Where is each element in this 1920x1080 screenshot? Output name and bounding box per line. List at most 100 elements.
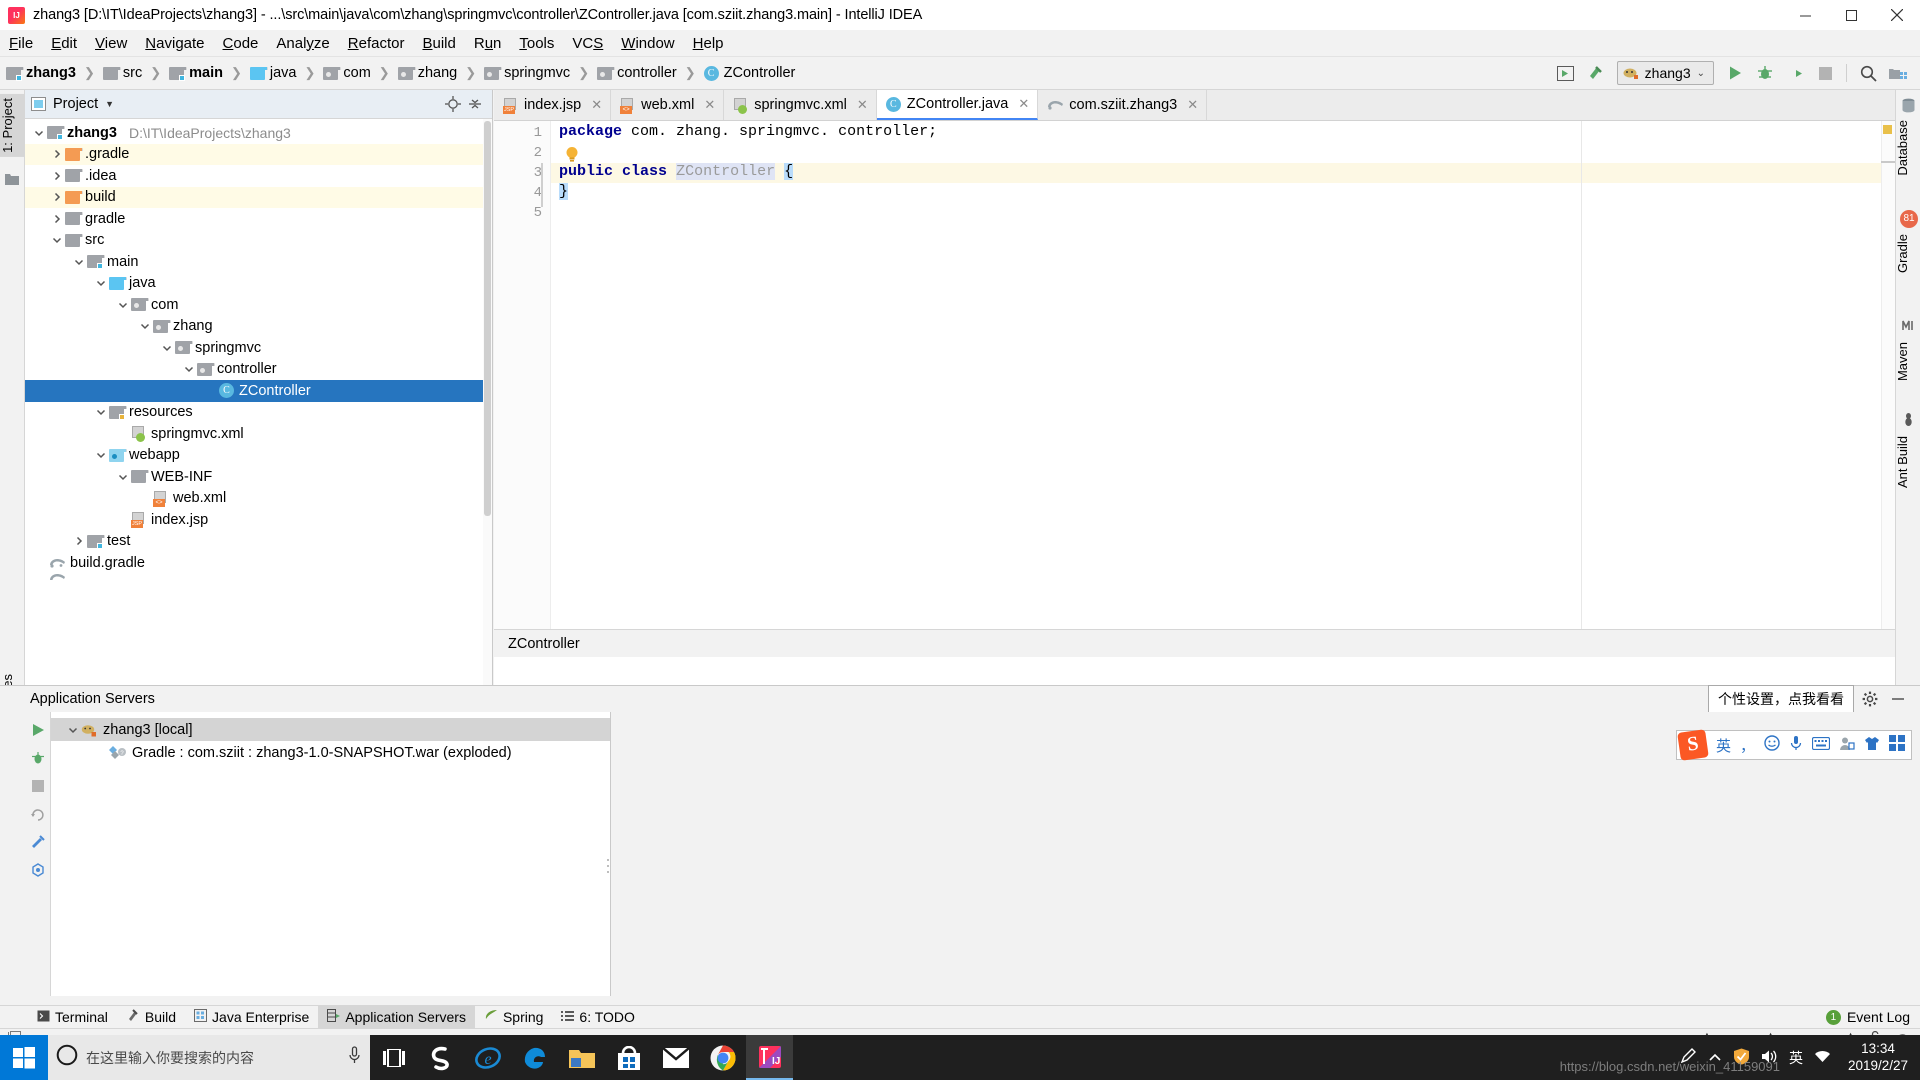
server-row-artifact[interactable]: ? Gradle : com.sziit : zhang3-1.0-SNAPSH… [51, 741, 610, 764]
chevron-right-icon[interactable] [49, 146, 65, 162]
breadcrumb-src[interactable]: src [97, 65, 144, 81]
tree-row[interactable]: resources [25, 402, 483, 424]
menu-view[interactable]: View [86, 33, 136, 54]
sidebar-tab-gradle[interactable]: Gradle [1895, 230, 1920, 277]
menu-edit[interactable]: Edit [42, 33, 86, 54]
server-tree[interactable]: zhang3 [local] ? Gradle : com.sziit : zh… [51, 712, 611, 996]
tree-row[interactable]: WEB-INF [25, 466, 483, 488]
minimize-button[interactable] [1782, 0, 1828, 30]
tree-row[interactable]: src [25, 230, 483, 252]
chevron-down-icon[interactable] [93, 404, 109, 420]
menu-analyze[interactable]: Analyze [267, 33, 338, 54]
intention-bulb-icon[interactable] [565, 146, 579, 162]
chevron-down-icon[interactable] [71, 254, 87, 270]
ime-keyboard-icon[interactable] [1811, 736, 1831, 754]
project-structure-icon[interactable] [1884, 60, 1912, 86]
chevron-right-icon[interactable] [71, 533, 87, 549]
google-chrome-icon[interactable] [699, 1035, 746, 1080]
tree-row[interactable]: com [25, 294, 483, 316]
tree-row[interactable]: build [25, 186, 483, 208]
breadcrumb-zhang3[interactable]: zhang3 [0, 65, 78, 81]
breadcrumb-zhang[interactable]: zhang [392, 65, 460, 81]
event-log-label[interactable]: Event Log [1847, 1009, 1910, 1025]
intellij-idea-icon[interactable]: IJ [746, 1035, 793, 1080]
security-shield-icon[interactable] [1733, 1048, 1750, 1068]
ime-toolbox-icon[interactable] [1889, 735, 1905, 755]
editor-tab-springmvc-xml[interactable]: springmvc.xml ✕ [724, 90, 877, 120]
tree-row-partial[interactable] [25, 573, 483, 582]
chevron-down-icon[interactable] [93, 275, 109, 291]
editor-tab-web-xml[interactable]: <> web.xml ✕ [611, 90, 725, 120]
tool-window-application-servers[interactable]: Application Servers [318, 1005, 475, 1029]
close-icon[interactable]: ✕ [1018, 96, 1029, 112]
project-tree-scrollbar[interactable] [483, 119, 492, 685]
sidebar-tab-ant-build[interactable]: Ant Build [1895, 432, 1920, 492]
breadcrumb-zcontroller[interactable]: C ZController [698, 65, 798, 81]
network-icon[interactable] [1814, 1049, 1831, 1067]
mail-icon[interactable] [652, 1035, 699, 1080]
editor-tab-index-jsp[interactable]: JSP index.jsp ✕ [494, 90, 612, 120]
chevron-down-icon[interactable] [115, 469, 131, 485]
chevron-down-icon[interactable] [181, 361, 197, 377]
close-icon[interactable]: ✕ [1187, 97, 1198, 113]
menu-run[interactable]: Run [465, 33, 511, 54]
task-view-icon[interactable] [370, 1035, 417, 1080]
run-with-coverage-icon[interactable] [1781, 60, 1809, 86]
close-button[interactable] [1874, 0, 1920, 30]
editor-marker-column[interactable] [1881, 121, 1895, 657]
build-hammer-icon[interactable] [1582, 60, 1610, 86]
sogou-pinyin-icon[interactable]: S [1677, 729, 1709, 761]
editor-tab-com-sziit-zhang3[interactable]: com.sziit.zhang3 ✕ [1038, 90, 1208, 120]
chevron-down-icon[interactable] [137, 318, 153, 334]
debug-icon[interactable] [1751, 60, 1779, 86]
warning-marker[interactable] [1883, 125, 1892, 134]
breadcrumb-controller[interactable]: controller [591, 65, 679, 81]
event-log-area[interactable]: 1 Event Log [1825, 1009, 1920, 1025]
run-dashboard-icon[interactable] [1552, 60, 1580, 86]
settings-icon[interactable] [24, 856, 51, 884]
ime-emoji-icon[interactable] [1764, 735, 1780, 755]
close-icon[interactable]: ✕ [704, 97, 715, 113]
menu-vcs[interactable]: VCS [563, 33, 612, 54]
tree-row[interactable]: springmvc.xml [25, 423, 483, 445]
chevron-down-icon[interactable]: ▼ [105, 99, 114, 109]
tree-row[interactable]: webapp [25, 445, 483, 467]
tree-row-zcontroller[interactable]: C ZController [25, 380, 483, 402]
file-explorer-icon[interactable] [558, 1035, 605, 1080]
menu-navigate[interactable]: Navigate [136, 33, 213, 54]
tree-row[interactable]: gradle [25, 208, 483, 230]
tree-row[interactable]: springmvc [25, 337, 483, 359]
close-icon[interactable]: ✕ [591, 97, 602, 113]
scrollbar-thumb[interactable] [484, 121, 491, 516]
menu-refactor[interactable]: Refactor [339, 33, 414, 54]
chevron-right-icon[interactable] [49, 211, 65, 227]
chevron-down-icon[interactable] [93, 447, 109, 463]
run-icon[interactable] [1721, 60, 1749, 86]
menu-window[interactable]: Window [612, 33, 683, 54]
tool-window-spring[interactable]: Spring [475, 1006, 552, 1029]
chevron-down-icon[interactable] [159, 340, 175, 356]
chevron-down-icon[interactable] [65, 722, 81, 738]
menu-help[interactable]: Help [684, 33, 733, 54]
taskbar-search-box[interactable]: 在这里输入你要搜索的内容 [48, 1035, 370, 1080]
gear-icon[interactable] [1858, 688, 1882, 710]
menu-tools[interactable]: Tools [510, 33, 563, 54]
tool-window-terminal[interactable]: Terminal [28, 1006, 117, 1029]
rerun-icon[interactable] [24, 716, 51, 744]
run-configuration-selector[interactable]: zhang3 ⌄ [1616, 61, 1714, 85]
ime-tray-icon[interactable]: 英 [1789, 1048, 1803, 1068]
maximize-button[interactable] [1828, 0, 1874, 30]
tree-row[interactable]: <> web.xml [25, 488, 483, 510]
tree-row[interactable]: build.gradle [25, 552, 483, 574]
debug-icon[interactable] [24, 744, 51, 772]
internet-explorer-icon[interactable]: e [464, 1035, 511, 1080]
close-icon[interactable]: ✕ [857, 97, 868, 113]
sidebar-tab-database[interactable]: Database [1895, 116, 1920, 180]
sidebar-tab-maven[interactable]: Maven [1895, 338, 1920, 385]
ime-punctuation-icon[interactable]: ， [1740, 735, 1755, 756]
chevron-down-icon[interactable] [49, 232, 65, 248]
minimize-icon[interactable] [1886, 688, 1910, 710]
chevron-down-icon[interactable] [115, 297, 131, 313]
breadcrumb-com[interactable]: com [317, 65, 372, 81]
ime-voice-input-icon[interactable] [1789, 735, 1803, 755]
